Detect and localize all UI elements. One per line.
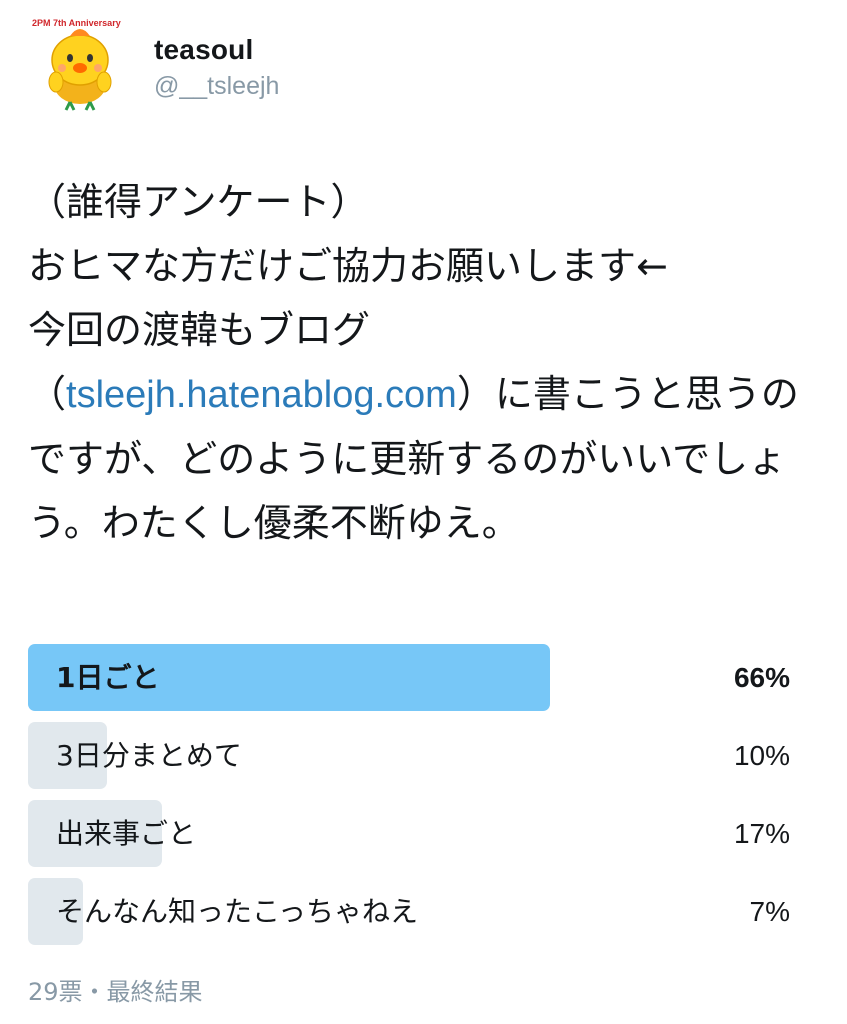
- avatar-badge-text: 2PM 7th Anniversary: [32, 18, 121, 28]
- poll-option-percent: 10%: [733, 740, 790, 771]
- chick-mascot-avatar-icon: 2PM 7th Anniversary: [32, 18, 121, 111]
- user-handle[interactable]: @__tsleejh: [154, 72, 279, 101]
- tweet-header: 2PM 7th Anniversary teasoul @__tsleejh: [30, 14, 810, 114]
- display-name[interactable]: teasoul: [154, 34, 253, 66]
- poll-footer: 29票・最終結果: [28, 978, 203, 1006]
- tweet-text: （誰得アンケート） おヒマな方だけご協力お願いします← 今回の渡韓もブログ （t…: [28, 170, 818, 555]
- poll-option[interactable]: 1日ごと 66%: [28, 644, 790, 711]
- poll-option[interactable]: そんなん知ったこっちゃねえ 7%: [28, 878, 790, 945]
- poll-option-percent: 66%: [733, 662, 790, 693]
- poll-option-percent: 17%: [733, 818, 790, 849]
- poll-option-label: そんなん知ったこっちゃねえ: [56, 895, 419, 928]
- avatar[interactable]: 2PM 7th Anniversary: [30, 14, 128, 112]
- tweet-link[interactable]: tsleejh.hatenablog.com: [66, 374, 457, 416]
- poll-option-percent: 7%: [749, 896, 790, 927]
- poll-option[interactable]: 出来事ごと 17%: [28, 800, 790, 867]
- poll-option-label: 出来事ごと: [56, 817, 197, 850]
- poll-option-label: 1日ごと: [56, 661, 160, 694]
- poll-option-label: 3日分まとめて: [56, 739, 242, 772]
- poll-option[interactable]: 3日分まとめて 10%: [28, 722, 790, 789]
- poll: 1日ごと 66% 3日分まとめて 10% 出来事ごと 17% そんなん知ったこっ…: [28, 644, 790, 956]
